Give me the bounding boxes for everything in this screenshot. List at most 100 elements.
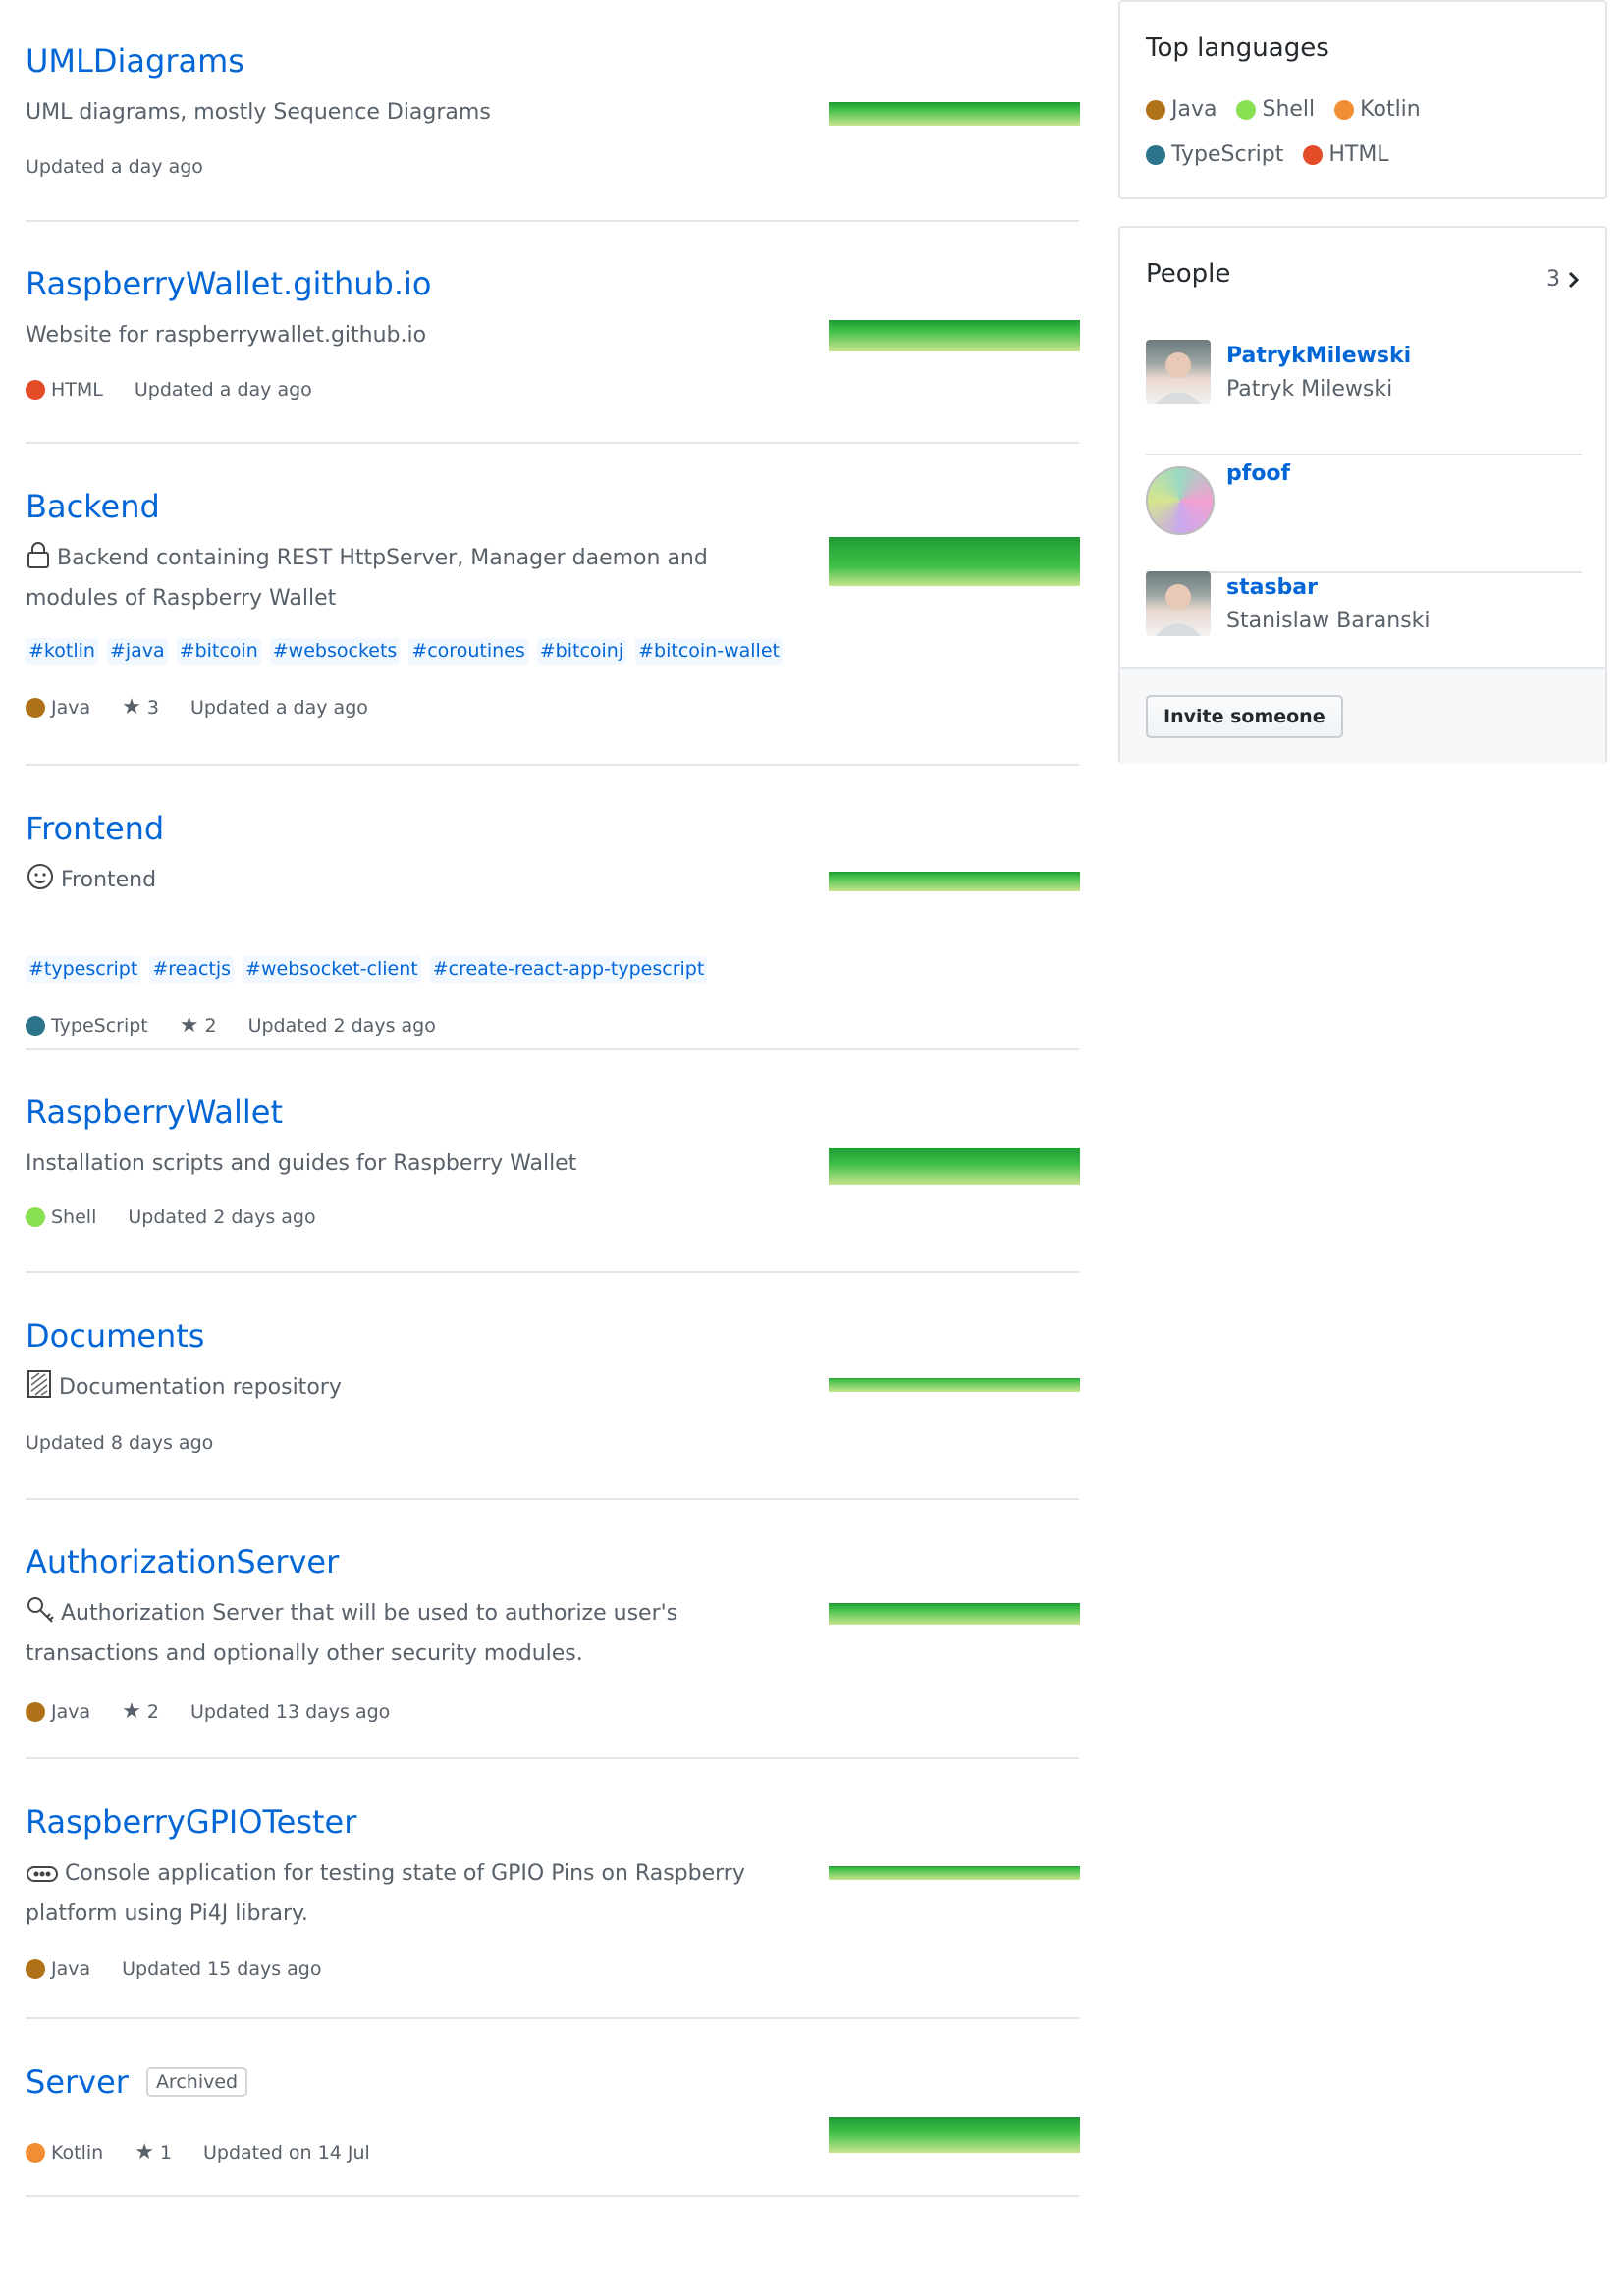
topic-tag[interactable]: #bitcoin bbox=[176, 638, 261, 665]
repo-title-row: RaspberryWallet bbox=[26, 1096, 283, 1128]
repo-description: Authorization Server that will be used t… bbox=[26, 1595, 801, 1672]
repo-name-link[interactable]: Documents bbox=[26, 1320, 204, 1352]
repo-meta: Kotlin ★ 1 Updated on 14 Jul bbox=[26, 2140, 370, 2164]
repo-language: Shell bbox=[26, 1206, 96, 1228]
topic-tag[interactable]: #reactjs bbox=[149, 956, 235, 983]
person-item: pfoof bbox=[1146, 457, 1582, 573]
topic-tag[interactable]: #bitcoinj bbox=[536, 638, 627, 665]
repo-updated: Updated 2 days ago bbox=[247, 1014, 436, 1037]
repo-description: UML diagrams, mostly Sequence Diagrams bbox=[26, 94, 801, 131]
repo-stars-link[interactable]: ★ 2 bbox=[122, 1699, 159, 1724]
repo-description-text: Website for raspberrywallet.github.io bbox=[26, 323, 427, 347]
repo-item: RaspberryWallet.github.io Website for ras… bbox=[26, 222, 1080, 444]
topic-tag[interactable]: #websockets bbox=[269, 638, 401, 665]
repo-language-label: Kotlin bbox=[51, 2141, 104, 2163]
topic-tag[interactable]: #java bbox=[106, 638, 168, 665]
repo-language: Java bbox=[26, 697, 90, 719]
topic-tag[interactable]: #bitcoin-wallet bbox=[635, 638, 783, 665]
activity-sparkline bbox=[829, 2117, 1080, 2153]
repo-item: Server Archived Kotlin ★ 1 Updated on 14 J… bbox=[26, 2019, 1080, 2197]
repo-item: Documents Documentation repository Updated… bbox=[26, 1273, 1080, 1500]
activity-sparkline bbox=[829, 1378, 1080, 1392]
lock-icon bbox=[26, 540, 51, 580]
repo-description: Website for raspberrywallet.github.io bbox=[26, 317, 801, 353]
repo-updated: Updated a day ago bbox=[189, 696, 368, 719]
repo-name-link[interactable]: AuthorizationServer bbox=[26, 1546, 339, 1577]
top-languages-title: Top languages bbox=[1146, 33, 1329, 63]
chip-icon bbox=[26, 1859, 59, 1896]
repo-description: Backend containing REST HttpServer, Mana… bbox=[26, 540, 801, 616]
repo-description-text: Console application for testing state of… bbox=[26, 1861, 745, 1926]
top-languages-list: Java Shell Kotlin TypeScript HTML bbox=[1146, 96, 1588, 169]
people-title: People bbox=[1146, 259, 1231, 289]
repo-stars-link[interactable]: ★ 1 bbox=[135, 2140, 172, 2164]
repo-title-row: UMLDiagrams bbox=[26, 45, 244, 77]
repository-list: UMLDiagrams UML diagrams, mostly Sequence… bbox=[26, 0, 1080, 2197]
star-icon: ★ bbox=[135, 2140, 154, 2164]
person-item: PatrykMilewski Patryk Milewski bbox=[1146, 340, 1582, 455]
repo-star-count: 2 bbox=[204, 1014, 217, 1037]
key-icon bbox=[26, 1595, 55, 1635]
topic-list: #typescript #reactjs #websocket-client #cre… bbox=[26, 956, 708, 983]
repo-updated: Updated 2 days ago bbox=[128, 1206, 316, 1228]
top-language-item[interactable]: Shell bbox=[1236, 96, 1315, 124]
top-language-label: HTML bbox=[1328, 142, 1389, 167]
person-full-name: Patryk Milewski bbox=[1226, 377, 1393, 401]
language-color-dot bbox=[1334, 100, 1355, 120]
repo-meta: Java Updated 15 days ago bbox=[26, 1958, 321, 1980]
repo-name-link[interactable]: RaspberryWallet.github.io bbox=[26, 268, 431, 299]
repo-name-link[interactable]: Frontend bbox=[26, 813, 164, 844]
topic-tag[interactable]: #websocket-client bbox=[243, 956, 421, 983]
repo-language-label: Java bbox=[51, 1700, 91, 1723]
top-language-item[interactable]: TypeScript bbox=[1146, 141, 1283, 169]
top-languages-panel: Top languages Java Shell Kotlin TypeScript H… bbox=[1118, 0, 1607, 199]
top-language-item[interactable]: Java bbox=[1146, 96, 1217, 124]
repo-name-link[interactable]: Server bbox=[26, 2066, 129, 2098]
people-panel: People 3 PatrykMilewski Patryk Milewski pf… bbox=[1118, 226, 1607, 764]
top-language-item[interactable]: Kotlin bbox=[1334, 96, 1421, 124]
invite-someone-button[interactable]: Invite someone bbox=[1146, 695, 1343, 738]
person-full-name: Stanislaw Baranski bbox=[1226, 609, 1431, 633]
repo-item: AuthorizationServer Authorization Server … bbox=[26, 1500, 1080, 1759]
repo-title-row: RaspberryGPIOTester bbox=[26, 1806, 356, 1838]
repo-title-row: AuthorizationServer bbox=[26, 1546, 339, 1577]
repo-stars-link[interactable]: ★ 3 bbox=[122, 695, 159, 720]
repo-description-text: Authorization Server that will be used t… bbox=[26, 1601, 678, 1666]
archived-badge: Archived bbox=[145, 2066, 248, 2098]
repo-description: Frontend bbox=[26, 862, 801, 902]
repo-updated: Updated 8 days ago bbox=[26, 1432, 214, 1454]
repo-name-link[interactable]: Backend bbox=[26, 491, 160, 522]
repo-description: Documentation repository bbox=[26, 1369, 801, 1410]
activity-sparkline bbox=[829, 537, 1080, 586]
top-language-label: Shell bbox=[1262, 97, 1316, 122]
topic-tag[interactable]: #create-react-app-typescript bbox=[429, 956, 708, 983]
repo-star-count: 1 bbox=[159, 2141, 173, 2163]
person-login-link[interactable]: PatrykMilewski bbox=[1226, 344, 1411, 368]
repo-stars-link[interactable]: ★ 2 bbox=[180, 1013, 217, 1038]
face-icon bbox=[26, 862, 55, 902]
repo-language-label: Java bbox=[51, 1958, 91, 1980]
photo-avatar[interactable] bbox=[1146, 571, 1211, 636]
person-login-link[interactable]: stasbar bbox=[1226, 575, 1318, 600]
person-silhouette-icon bbox=[1156, 352, 1201, 404]
topic-list: #kotlin #java #bitcoin #websockets #coroutin… bbox=[26, 638, 783, 665]
topic-tag[interactable]: #kotlin bbox=[26, 638, 98, 665]
activity-sparkline bbox=[829, 1603, 1080, 1625]
repo-name-link[interactable]: RaspberryGPIOTester bbox=[26, 1806, 356, 1838]
photo-avatar[interactable] bbox=[1146, 340, 1211, 404]
repo-title-row: Documents bbox=[26, 1320, 204, 1352]
top-language-item[interactable]: HTML bbox=[1303, 141, 1389, 169]
language-color-dot bbox=[1303, 145, 1324, 165]
people-count: 3 bbox=[1546, 267, 1560, 292]
repo-description-text: Documentation repository bbox=[59, 1375, 342, 1400]
repo-name-link[interactable]: UMLDiagrams bbox=[26, 45, 244, 77]
people-count-link[interactable]: 3 bbox=[1546, 267, 1582, 292]
topic-tag[interactable]: #coroutines bbox=[408, 638, 528, 665]
language-color-dot bbox=[1146, 145, 1165, 165]
repo-name-link[interactable]: RaspberryWallet bbox=[26, 1096, 283, 1128]
repo-language: HTML bbox=[26, 379, 103, 400]
person-login-link[interactable]: pfoof bbox=[1226, 461, 1290, 486]
language-color-dot bbox=[26, 1959, 45, 1979]
identicon-avatar[interactable] bbox=[1146, 466, 1215, 535]
topic-tag[interactable]: #typescript bbox=[26, 956, 141, 983]
